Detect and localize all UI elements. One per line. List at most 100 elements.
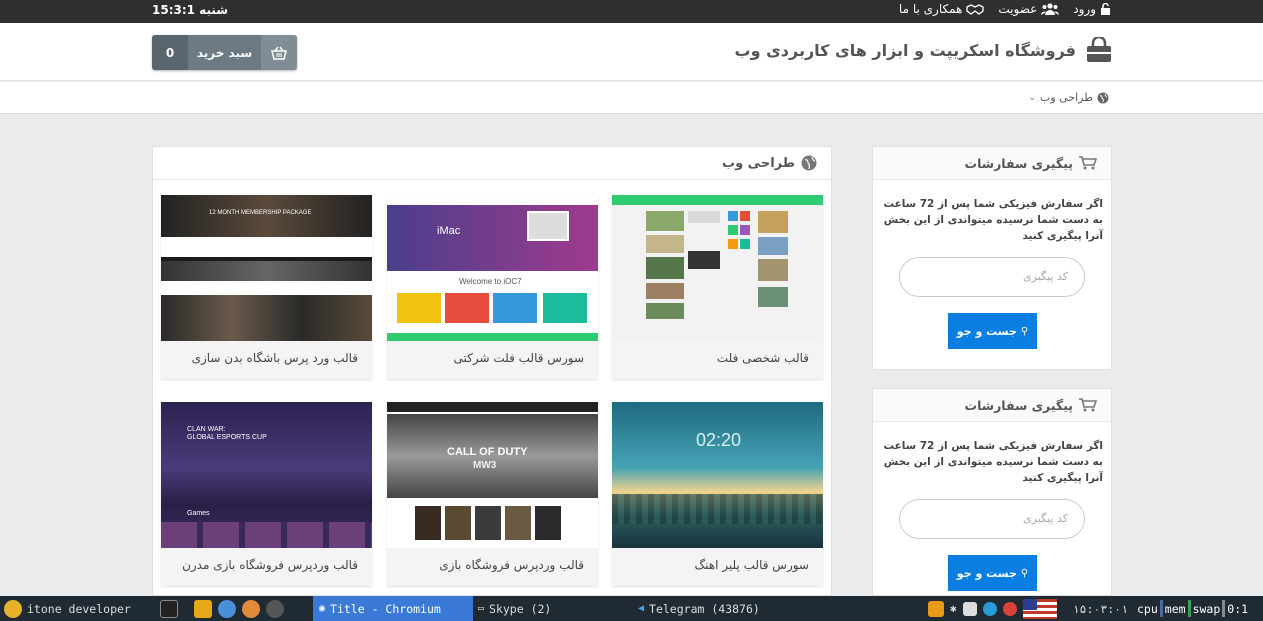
- box-title: پیگیری سفارشات: [964, 397, 1073, 413]
- thumb-esports-text-2: GLOBAL ESPORTS CUP: [187, 434, 267, 441]
- main-panel: طراحی وب قالب شخصی فلت iMac Welcome to i…: [152, 146, 832, 596]
- mem-meter: [1187, 600, 1191, 617]
- tray-app-icon[interactable]: [928, 600, 944, 617]
- panel-title: طراحی وب: [722, 155, 795, 171]
- cooperate-link[interactable]: همکاری با ما: [898, 2, 985, 16]
- product-thumbnail: [612, 195, 823, 341]
- us-flag-icon[interactable]: [1022, 598, 1057, 619]
- thumb-cod-sub: MW3: [473, 460, 497, 471]
- linux-logo-icon: [4, 599, 22, 618]
- search-button[interactable]: ⚲ جست و جو: [948, 555, 1037, 591]
- login-link[interactable]: ورود: [1073, 2, 1111, 16]
- site-brand[interactable]: فروشگاه اسکریپت و ابزار های کاربردی وب: [735, 37, 1112, 63]
- clock: 0:1: [1227, 601, 1249, 616]
- tracking-code-input[interactable]: کد پیگیری: [899, 499, 1085, 539]
- display-icon[interactable]: [962, 601, 977, 616]
- product-title: قالب ورد پرس باشگاه بدن سازی: [191, 351, 358, 365]
- product-thumbnail: CALL OF DUTY MW3: [387, 402, 598, 548]
- start-menu[interactable]: itone developer: [4, 596, 131, 621]
- cpu-meter: [1159, 600, 1163, 617]
- window-chromium[interactable]: ◉ Title - Chromium: [313, 596, 473, 621]
- register-label: عضویت: [998, 2, 1038, 16]
- site-title: فروشگاه اسکریپت و ابزار های کاربردی وب: [734, 40, 1076, 60]
- box-description: اگر سفارش فیزیکی شما پس از 72 ساعت به دس…: [883, 440, 1103, 484]
- terminal-icon[interactable]: [266, 599, 284, 618]
- cart-icon: [1079, 156, 1097, 170]
- product-card[interactable]: iMac Welcome to iOC7 سورس قالب فلت شرکتی: [387, 195, 598, 379]
- product-card[interactable]: 02:20 سورس قالب پلیر اهنگ: [612, 402, 823, 586]
- globe-icon: [1097, 92, 1109, 103]
- chromium-icon[interactable]: [218, 599, 236, 618]
- search-button-label: جست و جو: [956, 566, 1017, 580]
- product-title: قالب شخصی فلت: [716, 351, 809, 365]
- login-label: ورود: [1073, 2, 1096, 16]
- bluetooth-icon[interactable]: ✱: [950, 602, 957, 615]
- thumb-cod-title: CALL OF DUTY: [447, 446, 528, 458]
- skype-icon: ▭: [478, 603, 485, 614]
- window-telegram[interactable]: ◀ Telegram (43876): [638, 596, 760, 621]
- thumb-games-label: Games: [187, 510, 210, 517]
- swap-meter: [1222, 600, 1226, 617]
- top-bar: شنبه 15:3:1 ورود عضویت همکاری با ما: [0, 0, 1263, 23]
- cart-button[interactable]: 0 سبد خرید: [152, 35, 297, 70]
- box-title: پیگیری سفارشات: [964, 155, 1073, 171]
- breadcrumb[interactable]: طراحی وب ⌄: [1028, 91, 1109, 104]
- cart-icon: [1079, 398, 1097, 412]
- os-taskbar: itone developer ◉ Title - Chromium ▭ Sky…: [0, 596, 1263, 621]
- product-title: سورس قالب پلیر اهنگ: [694, 558, 809, 572]
- intellij-icon[interactable]: [160, 599, 178, 618]
- order-tracking-box: پیگیری سفارشات اگر سفارش فیزیکی شما پس ا…: [872, 146, 1112, 370]
- window-title: Skype (2): [489, 601, 552, 616]
- product-thumbnail: CLAN WAR: GLOBAL ESPORTS CUP Games: [161, 402, 372, 548]
- status-tray-icon[interactable]: [1002, 601, 1017, 616]
- product-thumbnail: iMac Welcome to iOC7: [387, 195, 598, 341]
- tracking-code-input[interactable]: کد پیگیری: [899, 257, 1085, 297]
- cooperate-label: همکاری با ما: [898, 2, 963, 16]
- window-skype[interactable]: ▭ Skype (2): [478, 596, 551, 621]
- product-card[interactable]: قالب شخصی فلت: [612, 195, 823, 379]
- chevron-down-icon: ⌄: [1028, 92, 1036, 103]
- product-title: قالب وردپرس فروشگاه بازی: [439, 558, 584, 572]
- date-time: شنبه 15:3:1: [152, 3, 229, 17]
- mem-label: mem: [1164, 601, 1186, 616]
- cpu-label: cpu: [1137, 601, 1158, 616]
- basket-icon: [261, 35, 297, 70]
- search-button[interactable]: ⚲ جست و جو: [948, 313, 1037, 349]
- thumb-player-time: 02:20: [696, 430, 742, 450]
- telegram-icon: ◀: [638, 603, 645, 614]
- thumb-welcome-text: Welcome to iOC7: [459, 277, 522, 286]
- start-label: itone developer: [27, 601, 131, 616]
- order-tracking-box: پیگیری سفارشات اگر سفارش فیزیکی شما پس ا…: [872, 388, 1112, 596]
- users-icon: [1041, 3, 1060, 15]
- breadcrumb-bar: طراحی وب ⌄: [0, 82, 1263, 114]
- system-monitors: cpu mem swap 0:1: [1137, 596, 1248, 621]
- skype-tray-icon[interactable]: [982, 601, 997, 616]
- window-title: Telegram (43876): [649, 601, 760, 616]
- globe-icon: [801, 155, 817, 171]
- register-link[interactable]: عضویت: [998, 2, 1060, 16]
- handshake-icon: [966, 4, 985, 15]
- box-header: پیگیری سفارشات: [873, 147, 1111, 180]
- lock-icon: [1101, 3, 1110, 15]
- thumb-imac-text: iMac: [437, 225, 461, 237]
- search-icon: ⚲: [1020, 325, 1029, 337]
- box-description: اگر سفارش فیزیکی شما پس از 72 ساعت به دس…: [883, 198, 1103, 242]
- system-tray: ✱ ۱۵:۰۳:۰۱: [928, 596, 1128, 621]
- files-icon[interactable]: [194, 599, 212, 618]
- tray-time: ۱۵:۰۳:۰۱: [1072, 601, 1129, 616]
- top-links: ورود عضویت همکاری با ما: [899, 2, 1111, 16]
- box-header: پیگیری سفارشات: [873, 389, 1111, 422]
- product-card[interactable]: CLAN WAR: GLOBAL ESPORTS CUP Games قالب …: [161, 402, 372, 586]
- thumb-gym-text: 12 MONTH MEMBERSHIP PACKAGE: [209, 210, 312, 216]
- window-title: Title - Chromium: [330, 601, 441, 616]
- product-title: سورس قالب فلت شرکتی: [453, 351, 584, 365]
- site-header: فروشگاه اسکریپت و ابزار های کاربردی وب 0…: [0, 23, 1263, 81]
- cart-label: سبد خرید: [196, 45, 253, 60]
- launcher-icons: [160, 596, 284, 621]
- product-title: قالب وردپرس فروشگاه بازی مدرن: [182, 558, 358, 572]
- settings-icon[interactable]: [242, 599, 260, 618]
- chromium-icon: ◉: [319, 603, 326, 614]
- product-card[interactable]: CALL OF DUTY MW3 قالب وردپرس فروشگاه باز…: [387, 402, 598, 586]
- product-card[interactable]: 12 MONTH MEMBERSHIP PACKAGE قالب ورد پرس…: [161, 195, 372, 379]
- cart-count: 0: [152, 35, 188, 70]
